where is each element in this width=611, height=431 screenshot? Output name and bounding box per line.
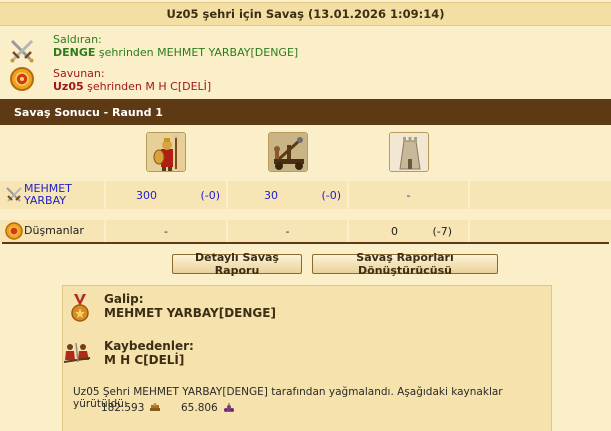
defender-origin-text: şehrinden M H C[DELİ] — [83, 80, 212, 93]
detailed-report-button[interactable]: Detaylı Savaş Raporu — [172, 251, 302, 277]
wall-building-icon[interactable] — [388, 132, 429, 172]
unit-column-spearman — [106, 127, 226, 179]
defender-wall-loss: (-7) — [432, 224, 452, 238]
defender-catapult-count: - — [285, 224, 290, 238]
shield-emblem-icon — [10, 67, 34, 91]
attacker-spearman-loss: (-0) — [200, 188, 220, 202]
attacker-catapult-loss: (-0) — [321, 188, 341, 202]
attacker-role-label: Saldıran: — [53, 33, 102, 46]
battle-summary-panel: Galip: MEHMET YARBAY[DENGE] Kaybedenler:… — [62, 285, 552, 431]
attacker-catapult-count: 30 — [264, 188, 278, 202]
resource-wood: 182.593 — [101, 402, 161, 414]
unit-column-catapult — [228, 127, 347, 179]
defender-row-label: Düşmanlar — [0, 220, 104, 242]
attacker-city[interactable]: DENGE — [53, 46, 95, 59]
wine-resource-icon — [223, 403, 234, 412]
defender-city[interactable]: Uz05 — [53, 80, 84, 93]
defender-cell-catapult: - — [228, 220, 347, 242]
empty-header-cell — [0, 127, 104, 179]
defender-spearman-count: - — [164, 224, 168, 238]
attacker-cell-spearman: 300 (-0) — [106, 181, 226, 209]
report-converter-button[interactable]: Savaş Raporları Dönüştürücüsü — [312, 251, 498, 277]
defender-cell-spearman: - — [106, 220, 226, 242]
empty-header-cell-end — [470, 127, 611, 179]
attacker-origin: DENGE şehrinden MEHMET YARBAY[DENGE] — [53, 46, 298, 59]
defender-origin: Uz05 şehrinden M H C[DELİ] — [53, 80, 211, 93]
spearman-unit-icon[interactable] — [146, 132, 186, 172]
battle-title-bar: Uz05 şehri için Savaş (13.01.2026 1:09:1… — [0, 2, 611, 26]
shield-emblem-icon — [5, 222, 23, 240]
catapult-unit-icon[interactable] — [267, 132, 308, 172]
winner-name[interactable]: MEHMET YARBAY[DENGE] — [104, 306, 276, 320]
defender-role-label: Savunan: — [53, 67, 105, 80]
defender-cell-wall: 0 (-7) — [349, 220, 468, 242]
attacker-cell-catapult: 30 (-0) — [228, 181, 347, 209]
battle-title: Uz05 şehri için Savaş (13.01.2026 1:09:1… — [166, 7, 445, 21]
attacker-spearman-count: 300 — [136, 188, 157, 202]
defender-group-name: Düşmanlar — [24, 224, 84, 237]
defender-units-row: Düşmanlar - - 0 (-7) — [0, 220, 611, 242]
attacker-player-name[interactable]: MEHMET YARBAY — [24, 181, 84, 209]
attacker-cell-wall: - — [349, 181, 468, 209]
defender-wall-count: 0 — [391, 224, 398, 238]
table-bottom-divider — [2, 242, 609, 244]
round-title-bar: Savaş Sonucu - Raund 1 — [0, 99, 611, 125]
losers-name[interactable]: M H C[DELİ] — [104, 353, 184, 367]
row-separator — [0, 210, 611, 220]
round-title: Savaş Sonucu - Raund 1 — [14, 105, 163, 119]
attacker-origin-text: şehrinden MEHMET YARBAY[DENGE] — [95, 46, 299, 59]
attacker-units-row: MEHMET YARBAY 300 (-0) 30 (-0) - — [0, 181, 611, 209]
wood-amount: 182.593 — [101, 402, 145, 414]
resource-wine: 65.806 — [181, 402, 235, 414]
wine-amount: 65.806 — [181, 402, 218, 414]
crossed-swords-icon — [10, 39, 34, 63]
attacker-cell-end — [470, 181, 611, 209]
defeated-soldiers-icon — [63, 342, 91, 363]
defender-cell-end — [470, 220, 611, 242]
winner-label: Galip: — [104, 292, 144, 306]
unit-column-wall — [349, 127, 468, 179]
losers-label: Kaybedenler: — [104, 339, 194, 353]
attacker-wall-count: - — [406, 188, 411, 202]
medal-icon — [71, 294, 89, 322]
unit-header-row — [0, 127, 611, 179]
wood-resource-icon — [150, 403, 161, 411]
attacker-row-label: MEHMET YARBAY — [0, 181, 104, 209]
crossed-swords-icon — [6, 187, 22, 202]
